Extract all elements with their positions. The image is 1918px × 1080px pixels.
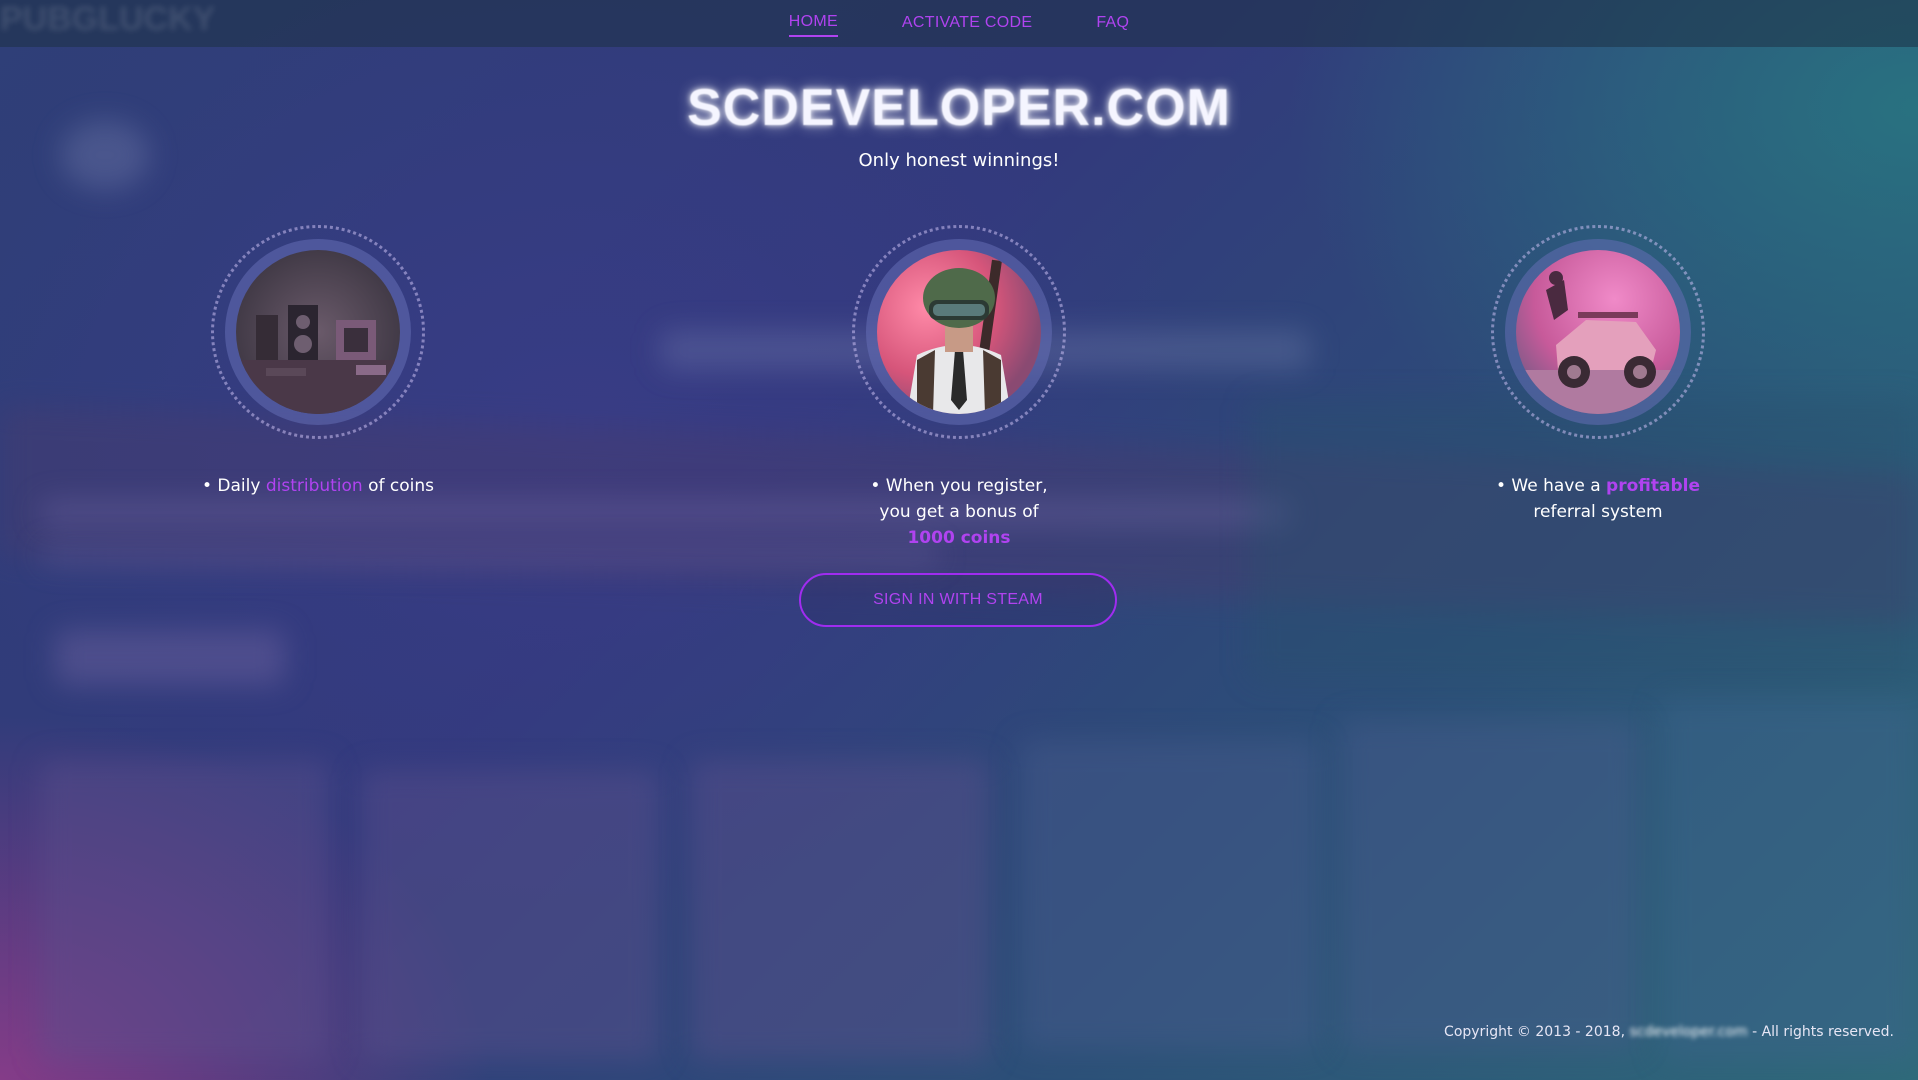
feature-register-bonus: • When you register, you get a bonus of … bbox=[789, 225, 1129, 551]
highlight-bonus-amount: 1000 coins bbox=[907, 528, 1011, 548]
feature-referral: • We have a profitable referral system bbox=[1428, 225, 1768, 525]
feature-daily-coins: • Daily distribution of coins bbox=[148, 225, 488, 499]
buggy-vehicle-picture bbox=[1516, 250, 1680, 414]
tagline: Only honest winnings! bbox=[858, 150, 1060, 171]
footer-copyright: Copyright © 2013 - 2018, scdeveloper.com… bbox=[1444, 1024, 1894, 1040]
nav-activate-code-link[interactable]: ACTIVATE CODE bbox=[902, 12, 1032, 36]
feature-text: • When you register, you get a bonus of … bbox=[870, 476, 1048, 548]
speaker-room-picture bbox=[236, 250, 400, 414]
feature-text: • Daily distribution of coins bbox=[201, 476, 435, 496]
feature-image-ring bbox=[1491, 225, 1705, 439]
feature-text: • We have a profitable referral system bbox=[1495, 476, 1700, 522]
highlight-distribution: distribution bbox=[265, 476, 363, 496]
background-logo: PUBGLUCKY bbox=[0, 0, 216, 38]
footer-domain: scdeveloper.com bbox=[1629, 1024, 1748, 1040]
feature-image-ring bbox=[852, 225, 1066, 439]
top-navbar: PUBGLUCKY HOME ACTIVATE CODE FAQ bbox=[0, 0, 1918, 47]
nav-faq-link[interactable]: FAQ bbox=[1096, 12, 1129, 36]
site-title: SCDEVELOPER.COM bbox=[687, 79, 1231, 137]
sign-in-with-steam-button[interactable]: SIGN IN WITH STEAM bbox=[799, 573, 1117, 627]
feature-image-ring bbox=[211, 225, 425, 439]
soldier-helmet-picture bbox=[877, 250, 1041, 414]
highlight-profitable: profitable bbox=[1606, 476, 1700, 496]
nav-home-link[interactable]: HOME bbox=[788, 11, 838, 37]
